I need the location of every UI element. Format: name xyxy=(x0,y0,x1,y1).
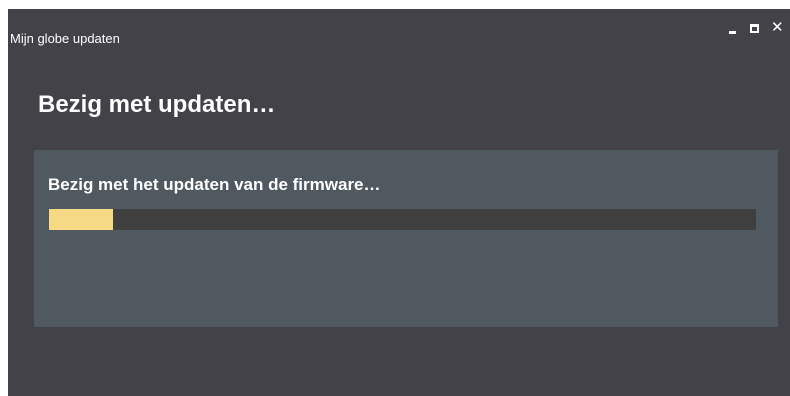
window-controls: ✕ xyxy=(724,19,790,37)
title-bar[interactable]: Mijn globe updaten ✕ xyxy=(8,9,790,47)
progress-panel: Bezig met het updaten van de firmware… xyxy=(34,150,778,327)
window-title: Mijn globe updaten xyxy=(10,31,120,46)
close-icon: ✕ xyxy=(771,19,784,36)
maximize-button[interactable] xyxy=(746,21,768,37)
maximize-icon xyxy=(750,24,759,33)
minimize-button[interactable] xyxy=(724,21,746,37)
update-window: Mijn globe updaten ✕ Bezig met updaten… … xyxy=(8,9,790,396)
close-button[interactable]: ✕ xyxy=(768,19,790,37)
page-heading: Bezig met updaten… xyxy=(38,91,276,118)
progress-status-text: Bezig met het updaten van de firmware… xyxy=(48,175,381,194)
progress-bar-fill xyxy=(49,209,113,230)
progress-bar xyxy=(49,209,756,230)
minimize-icon xyxy=(729,31,736,34)
